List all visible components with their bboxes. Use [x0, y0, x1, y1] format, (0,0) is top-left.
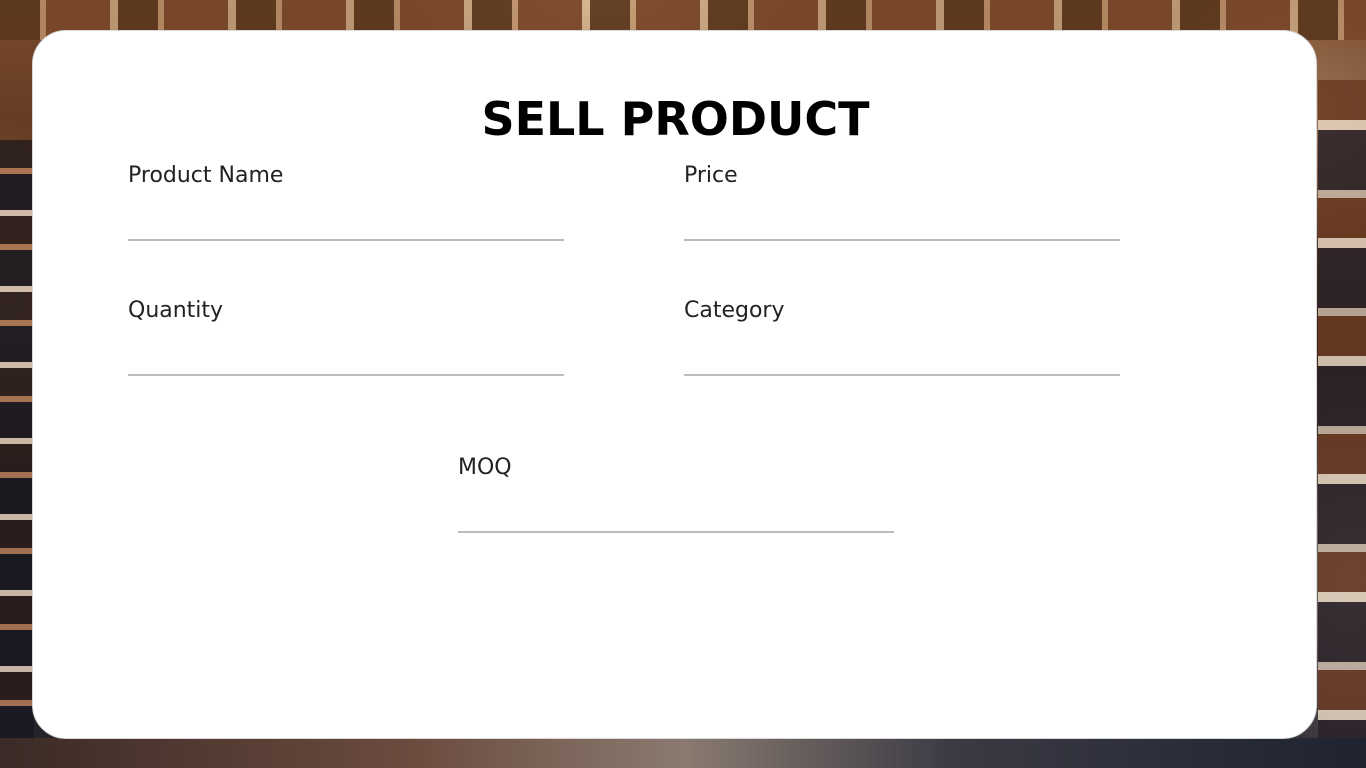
page-title: SELL PRODUCT — [481, 92, 870, 146]
product-name-field: Product Name — [128, 161, 564, 241]
quantity-field: Quantity — [128, 296, 564, 376]
moq-label: MOQ — [458, 455, 512, 480]
moq-input[interactable] — [458, 497, 894, 533]
category-input[interactable] — [684, 340, 1120, 376]
product-name-input[interactable] — [128, 205, 564, 241]
category-label: Category — [684, 298, 785, 323]
quantity-label: Quantity — [128, 298, 224, 323]
background-right-shelving — [1318, 80, 1366, 740]
price-label: Price — [684, 163, 738, 188]
sell-product-form-card: SELL PRODUCT Product Name Price Quantity… — [32, 30, 1317, 739]
background-floor — [0, 738, 1366, 768]
background-left-shelving — [0, 140, 34, 740]
category-field: Category — [684, 296, 1120, 376]
price-input[interactable] — [684, 205, 1120, 241]
moq-field: MOQ — [458, 453, 894, 533]
price-field: Price — [684, 161, 1120, 241]
product-name-label: Product Name — [128, 163, 284, 188]
quantity-input[interactable] — [128, 340, 564, 376]
